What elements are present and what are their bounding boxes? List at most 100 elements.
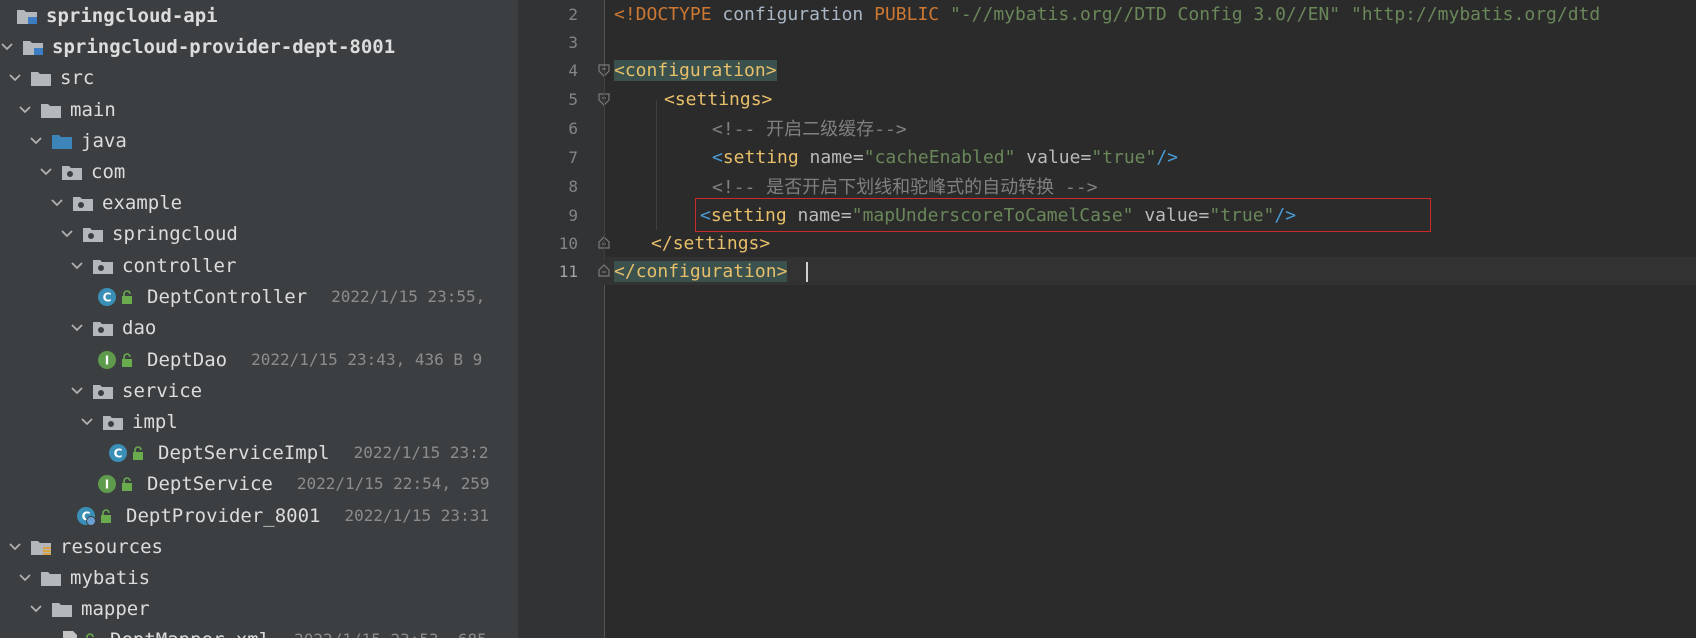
tree-item[interactable]: impl (0, 406, 518, 437)
tag-bracket: < (614, 59, 625, 81)
line-number: 8 (568, 176, 578, 196)
line-number: 11 (558, 261, 578, 281)
attribute-value: "cacheEnabled" (863, 146, 1016, 168)
tree-item[interactable]: C DeptController 2022/1/15 23:55, (0, 281, 518, 312)
package-icon (82, 225, 104, 243)
chevron-down-icon[interactable] (8, 71, 22, 85)
tree-item[interactable]: resources (0, 531, 518, 562)
tree-item[interactable]: mapper (0, 593, 518, 624)
annotation-highlight-box (695, 198, 1431, 232)
code-line-7[interactable]: < setting name= "cacheEnabled" value= "true… (712, 143, 1178, 171)
package-icon (92, 319, 114, 337)
code-line-8[interactable]: <!-- 是否开启下划线和驼峰式的自动转换 --> (712, 172, 1098, 200)
package-icon (61, 163, 83, 181)
chevron-down-icon[interactable] (18, 103, 32, 117)
tree-item[interactable]: C DeptProvider_8001 2022/1/15 23:31 (0, 500, 518, 531)
tree-item[interactable]: src (0, 62, 518, 93)
tree-item-label: controller (122, 254, 237, 277)
tree-item-label: DeptServiceImpl (158, 441, 330, 464)
tree-item[interactable]: I DeptDao 2022/1/15 23:43, 436 B 9 (0, 344, 518, 375)
xml-file-icon: xml (60, 630, 80, 638)
tree-item[interactable]: C DeptServiceImpl 2022/1/15 23:2 (0, 437, 518, 468)
code-line-6[interactable]: <!-- 开启二级缓存--> (712, 114, 907, 142)
code-line-4[interactable]: <configuration> (614, 56, 777, 84)
tree-item[interactable]: xml DeptMapper.xml 2022/1/15 23:53, 685 (0, 624, 518, 638)
module-folder-icon (16, 7, 38, 25)
folder-icon (40, 101, 62, 119)
tree-item[interactable]: mybatis (0, 562, 518, 593)
tree-item[interactable]: service (0, 375, 518, 406)
tag-bracket: /> (1156, 146, 1179, 168)
chevron-down-icon[interactable] (0, 40, 14, 54)
tag-bracket: > (765, 59, 777, 81)
file-metadata: 2022/1/15 23:2 (353, 443, 489, 462)
package-icon (72, 194, 94, 212)
tree-item-label: main (70, 98, 116, 121)
line-number: 7 (568, 147, 578, 167)
chevron-down-icon[interactable] (18, 571, 32, 585)
code-line-10[interactable]: </settings > (651, 229, 770, 257)
tree-item[interactable]: controller (0, 250, 518, 281)
chevron-down-icon[interactable] (8, 540, 22, 554)
tree-item-label: src (60, 66, 95, 89)
spring-boot-class-icon: C (76, 506, 96, 526)
tag-bracket: </ (651, 232, 673, 254)
doctype-system-id: "http://mybatis.org/dtd (1350, 3, 1601, 25)
chevron-down-icon[interactable] (60, 227, 74, 241)
svg-text:I: I (105, 477, 109, 491)
line-number: 5 (568, 89, 578, 109)
folder-icon (30, 69, 52, 87)
indent-guide (604, 70, 605, 260)
tree-item-label: DeptDao (147, 348, 228, 371)
code-line-2[interactable]: <!DOCTYPE configuration PUBLIC "-//mybat… (614, 0, 1600, 28)
doctype-root: configuration (711, 3, 875, 25)
fold-marker-icon[interactable] (597, 264, 611, 278)
file-metadata: 2022/1/15 23:53, 685 (294, 630, 487, 638)
tree-item[interactable]: java (0, 125, 518, 156)
line-number: 2 (568, 4, 578, 24)
chevron-down-icon[interactable] (70, 321, 84, 335)
tree-item-label: service (122, 379, 203, 402)
lock-icon (121, 289, 133, 304)
package-icon (92, 257, 114, 275)
attribute-name: value= (1015, 146, 1092, 168)
tag-bracket: < (664, 88, 675, 110)
tag-bracket: > (776, 260, 788, 282)
tag-bracket: </ (614, 260, 636, 282)
tree-item[interactable]: springcloud-api (0, 0, 518, 31)
chevron-down-icon[interactable] (70, 259, 84, 273)
class-icon: C (108, 443, 128, 463)
svg-text:C: C (114, 446, 123, 460)
indent-guide (656, 100, 657, 230)
attribute-name: name= (798, 146, 864, 168)
chevron-down-icon[interactable] (80, 415, 94, 429)
svg-text:I: I (105, 353, 109, 367)
xml-comment: <!-- 开启二级缓存--> (712, 119, 907, 140)
chevron-down-icon[interactable] (39, 165, 53, 179)
line-number: 6 (568, 118, 578, 138)
tree-item[interactable]: I DeptService 2022/1/15 22:54, 259 (0, 468, 518, 499)
tag-name: settings (672, 232, 760, 254)
tree-item[interactable]: example (0, 187, 518, 218)
code-line-11[interactable]: </configuration> (614, 257, 788, 285)
tag-bracket: < (712, 146, 723, 168)
file-metadata: 2022/1/15 23:31 (344, 506, 489, 525)
chevron-down-icon[interactable] (29, 602, 43, 616)
file-metadata: 2022/1/15 22:54, 259 (296, 474, 490, 493)
lock-icon (132, 445, 144, 460)
file-metadata: 2022/1/15 23:55, (331, 287, 486, 306)
tree-item[interactable]: springcloud (0, 218, 518, 249)
tree-item-label: example (102, 191, 183, 214)
line-number: 4 (568, 60, 578, 80)
chevron-down-icon[interactable] (50, 196, 64, 210)
tree-item[interactable]: com (0, 156, 518, 187)
tree-item-label: DeptService (147, 472, 273, 495)
tag-name: setting (722, 146, 799, 168)
code-line-5[interactable]: < settings > (664, 85, 772, 113)
tree-item[interactable]: springcloud-provider-dept-8001 (0, 31, 518, 62)
tree-item[interactable]: main (0, 94, 518, 125)
tree-item[interactable]: dao (0, 312, 518, 343)
chevron-down-icon[interactable] (70, 384, 84, 398)
chevron-down-icon[interactable] (29, 134, 43, 148)
tree-item-label: java (81, 129, 127, 152)
